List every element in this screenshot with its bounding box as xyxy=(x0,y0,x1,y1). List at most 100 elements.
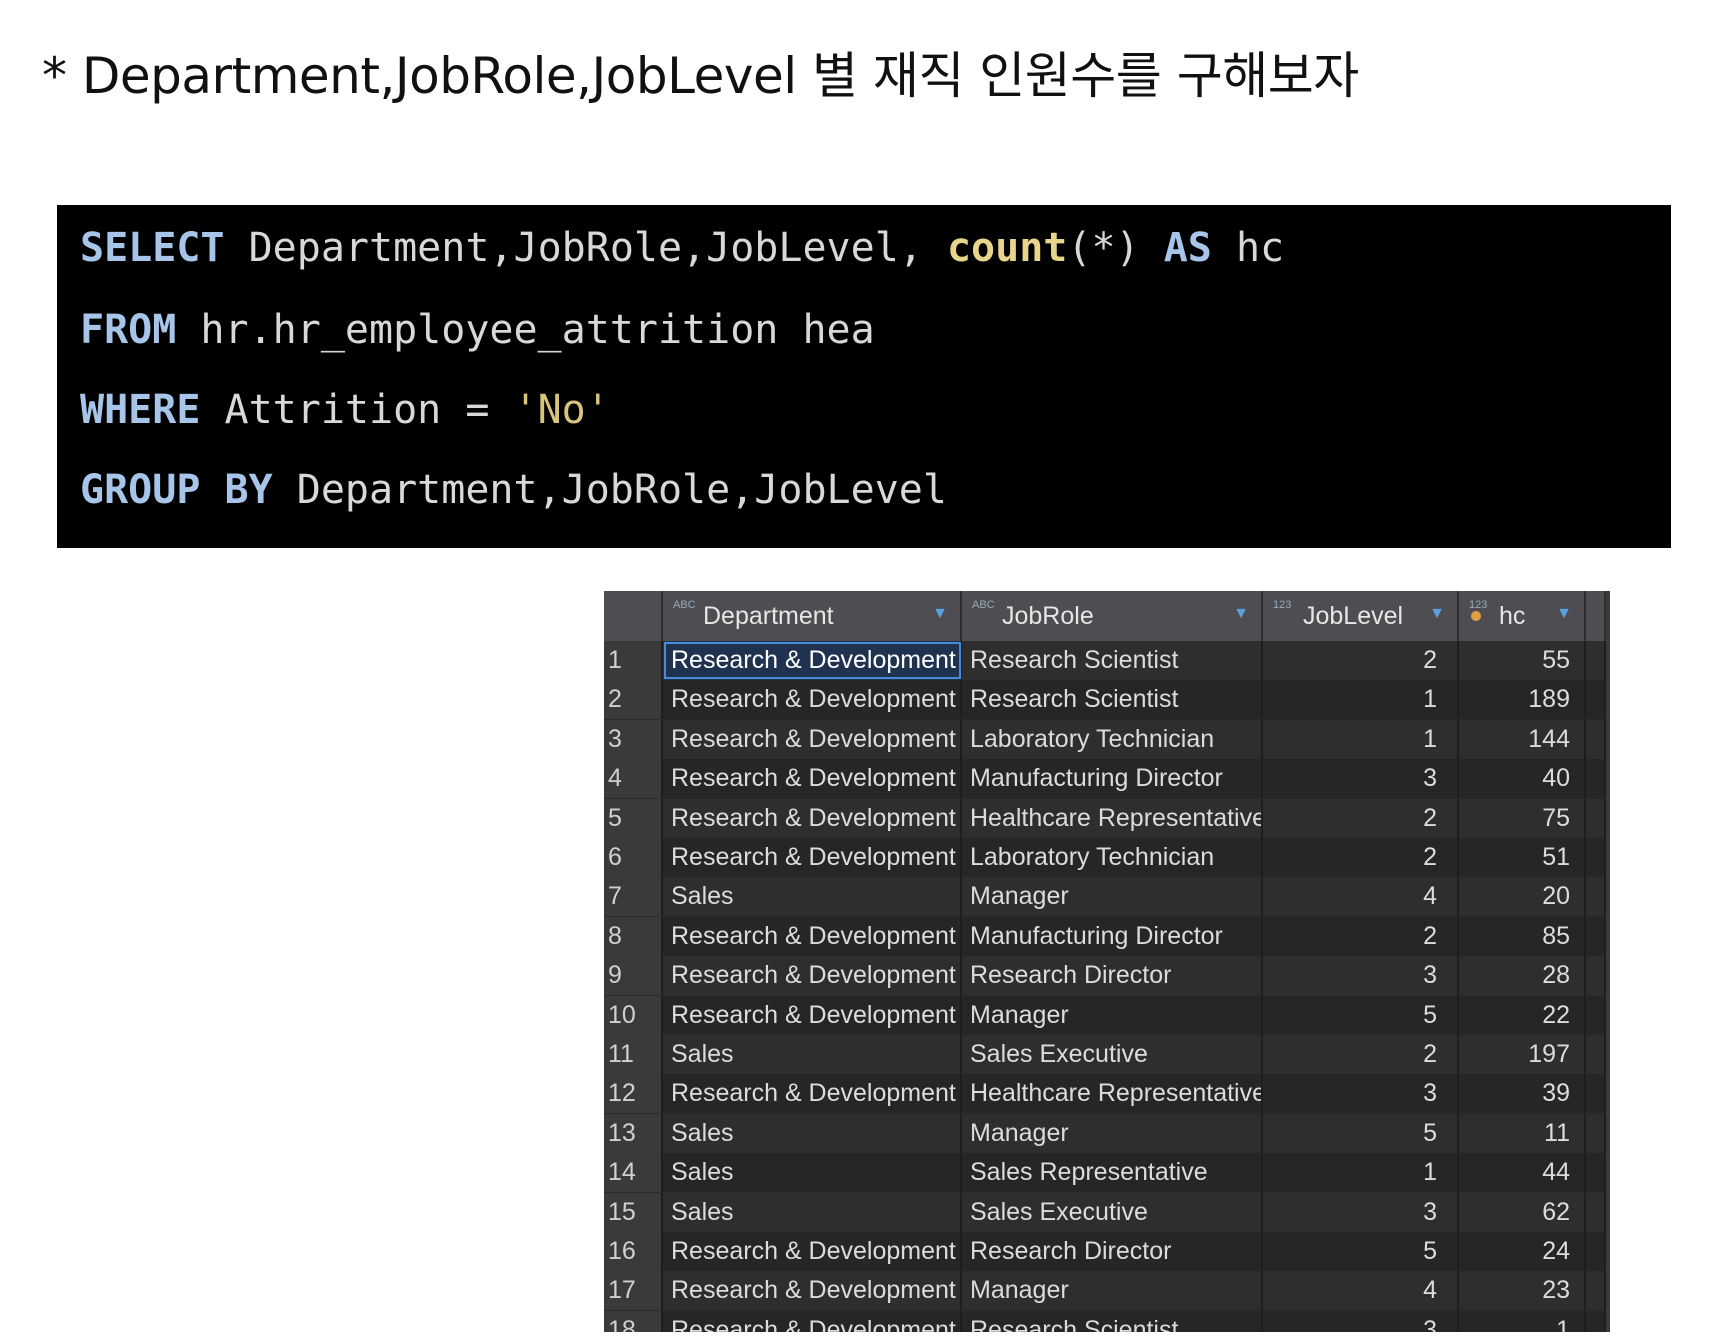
cell-hc[interactable]: 22 xyxy=(1459,995,1586,1035)
cell-jobrole[interactable]: Research Scientist xyxy=(962,1310,1263,1332)
cell-jobrole[interactable]: Research Director xyxy=(962,1232,1263,1271)
result-grid[interactable]: ABC Department ▼ ABC JobRole ▼ 123 JobLe… xyxy=(604,591,1610,1332)
row-number[interactable]: 6 xyxy=(604,838,663,877)
cell-joblevel[interactable]: 2 xyxy=(1263,641,1459,680)
row-number[interactable]: 17 xyxy=(604,1271,663,1311)
cell-department[interactable]: Sales xyxy=(663,877,962,917)
table-row[interactable]: 2 Research & Development Research Scientis… xyxy=(604,680,1606,720)
cell-hc[interactable]: 28 xyxy=(1459,956,1586,996)
cell-department[interactable]: Research & Development xyxy=(663,1232,962,1271)
cell-jobrole[interactable]: Healthcare Representative xyxy=(962,1074,1263,1114)
row-number[interactable]: 16 xyxy=(604,1232,663,1271)
cell-jobrole[interactable]: Sales Executive xyxy=(962,1035,1263,1074)
row-number[interactable]: 3 xyxy=(604,719,663,759)
row-number[interactable]: 9 xyxy=(604,956,663,996)
cell-department[interactable]: Research & Development xyxy=(663,680,962,720)
cell-department[interactable]: Research & Development xyxy=(663,641,962,680)
cell-jobrole[interactable]: Sales Representative xyxy=(962,1153,1263,1193)
cell-hc[interactable]: 39 xyxy=(1459,1074,1586,1114)
cell-jobrole[interactable]: Laboratory Technician xyxy=(962,719,1263,759)
row-number[interactable]: 4 xyxy=(604,759,663,799)
cell-hc[interactable]: 55 xyxy=(1459,641,1586,680)
cell-joblevel[interactable]: 1 xyxy=(1263,719,1459,759)
cell-jobrole[interactable]: Manager xyxy=(962,1113,1263,1153)
cell-hc[interactable]: 24 xyxy=(1459,1232,1586,1271)
cell-joblevel[interactable]: 5 xyxy=(1263,1232,1459,1271)
row-number[interactable]: 1 xyxy=(604,641,663,680)
column-header-jobrole[interactable]: ABC JobRole ▼ xyxy=(962,591,1263,641)
cell-jobrole[interactable]: Research Director xyxy=(962,956,1263,996)
cell-department[interactable]: Sales xyxy=(663,1153,962,1193)
cell-jobrole[interactable]: Manager xyxy=(962,1271,1263,1311)
row-number[interactable]: 7 xyxy=(604,877,663,917)
cell-jobrole[interactable]: Sales Executive xyxy=(962,1192,1263,1232)
cell-jobrole[interactable]: Healthcare Representative xyxy=(962,798,1263,838)
cell-joblevel[interactable]: 5 xyxy=(1263,1113,1459,1153)
row-number[interactable]: 12 xyxy=(604,1074,663,1114)
cell-jobrole[interactable]: Manufacturing Director xyxy=(962,916,1263,956)
cell-department[interactable]: Research & Development xyxy=(663,1310,962,1332)
column-header-department[interactable]: ABC Department ▼ xyxy=(663,591,962,641)
cell-department[interactable]: Research & Development xyxy=(663,916,962,956)
table-row[interactable]: 10 Research & Development Manager 5 22 xyxy=(604,995,1606,1035)
row-number[interactable]: 10 xyxy=(604,995,663,1035)
cell-joblevel[interactable]: 4 xyxy=(1263,877,1459,917)
cell-hc[interactable]: 11 xyxy=(1459,1113,1586,1153)
table-row[interactable]: 12 Research & Development Healthcare Repre… xyxy=(604,1074,1606,1114)
row-number[interactable]: 11 xyxy=(604,1035,663,1074)
table-row[interactable]: 11 Sales Sales Executive 2 197 xyxy=(604,1035,1606,1074)
cell-joblevel[interactable]: 1 xyxy=(1263,1153,1459,1193)
cell-jobrole[interactable]: Manager xyxy=(962,995,1263,1035)
row-number[interactable]: 5 xyxy=(604,798,663,838)
sort-filter-icon[interactable]: ▼ xyxy=(932,605,948,623)
cell-department[interactable]: Research & Development xyxy=(663,1271,962,1311)
table-row[interactable]: 18 Research & Development Research Scienti… xyxy=(604,1310,1606,1332)
cell-jobrole[interactable]: Manager xyxy=(962,877,1263,917)
cell-joblevel[interactable]: 2 xyxy=(1263,1035,1459,1074)
table-row[interactable]: 4 Research & Development Manufacturing Dir… xyxy=(604,759,1606,799)
cell-joblevel[interactable]: 1 xyxy=(1263,680,1459,720)
cell-hc[interactable]: 75 xyxy=(1459,798,1586,838)
table-row[interactable]: 14 Sales Sales Representative 1 44 xyxy=(604,1153,1606,1193)
cell-jobrole[interactable]: Research Scientist xyxy=(962,680,1263,720)
cell-jobrole[interactable]: Laboratory Technician xyxy=(962,838,1263,877)
row-number[interactable]: 8 xyxy=(604,916,663,956)
cell-joblevel[interactable]: 5 xyxy=(1263,995,1459,1035)
cell-hc[interactable]: 85 xyxy=(1459,916,1586,956)
table-row[interactable]: 6 Research & Development Laboratory Techni… xyxy=(604,838,1606,877)
row-number[interactable]: 15 xyxy=(604,1192,663,1232)
table-row[interactable]: 3 Research & Development Laboratory Techni… xyxy=(604,719,1606,759)
cell-department[interactable]: Research & Development xyxy=(663,956,962,996)
cell-joblevel[interactable]: 3 xyxy=(1263,956,1459,996)
cell-hc[interactable]: 1 xyxy=(1459,1310,1586,1332)
cell-department[interactable]: Research & Development xyxy=(663,838,962,877)
cell-joblevel[interactable]: 2 xyxy=(1263,798,1459,838)
table-row[interactable]: 16 Research & Development Research Directo… xyxy=(604,1232,1606,1271)
cell-hc[interactable]: 20 xyxy=(1459,877,1586,917)
table-row[interactable]: 8 Research & Development Manufacturing Dir… xyxy=(604,916,1606,956)
table-row[interactable]: 17 Research & Development Manager 4 23 xyxy=(604,1271,1606,1311)
cell-joblevel[interactable]: 4 xyxy=(1263,1271,1459,1311)
cell-department[interactable]: Sales xyxy=(663,1035,962,1074)
table-row[interactable]: 9 Research & Development Research Director… xyxy=(604,956,1606,996)
cell-hc[interactable]: 44 xyxy=(1459,1153,1586,1193)
sort-filter-icon[interactable]: ▼ xyxy=(1429,605,1445,623)
cell-jobrole[interactable]: Manufacturing Director xyxy=(962,759,1263,799)
cell-hc[interactable]: 197 xyxy=(1459,1035,1586,1074)
table-row[interactable]: 15 Sales Sales Executive 3 62 xyxy=(604,1192,1606,1232)
cell-joblevel[interactable]: 2 xyxy=(1263,838,1459,877)
column-header-joblevel[interactable]: 123 JobLevel ▼ xyxy=(1263,591,1459,641)
cell-joblevel[interactable]: 3 xyxy=(1263,1310,1459,1332)
table-row[interactable]: 7 Sales Manager 4 20 xyxy=(604,877,1606,917)
row-number[interactable]: 2 xyxy=(604,680,663,720)
column-header-hc[interactable]: 123 hc ▼ xyxy=(1459,591,1586,641)
cell-hc[interactable]: 62 xyxy=(1459,1192,1586,1232)
cell-department[interactable]: Research & Development xyxy=(663,1074,962,1114)
cell-joblevel[interactable]: 2 xyxy=(1263,916,1459,956)
cell-hc[interactable]: 189 xyxy=(1459,680,1586,720)
cell-hc[interactable]: 144 xyxy=(1459,719,1586,759)
row-number[interactable]: 18 xyxy=(604,1310,663,1332)
cell-hc[interactable]: 40 xyxy=(1459,759,1586,799)
cell-department[interactable]: Research & Development xyxy=(663,719,962,759)
cell-joblevel[interactable]: 3 xyxy=(1263,1192,1459,1232)
